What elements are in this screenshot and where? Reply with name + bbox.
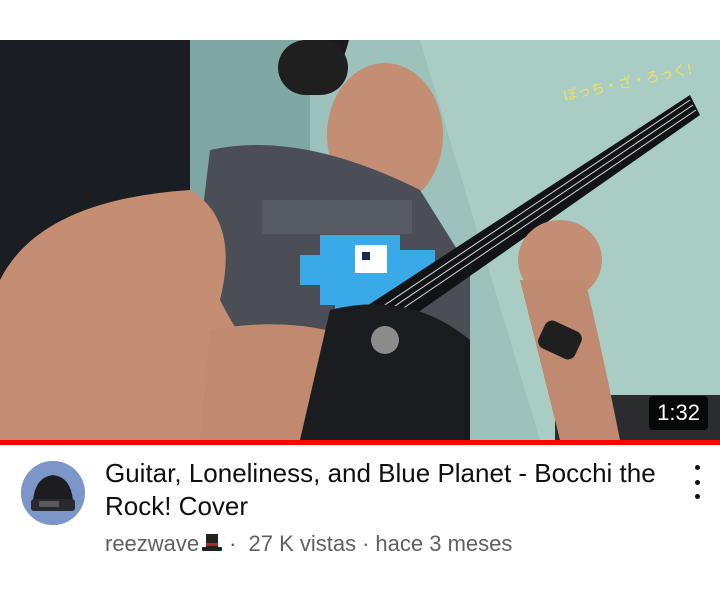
duration-badge: 1:32 [649, 396, 708, 430]
menu-dot [694, 479, 700, 485]
more-vert-icon[interactable] [684, 463, 710, 501]
beanie-icon [21, 461, 85, 525]
video-thumbnail[interactable]: ぼっち・ざ・ろっく! 1:32 [0, 40, 720, 440]
video-metadata: Guitar, Loneliness, and Blue Planet - Bo… [0, 445, 720, 595]
thumbnail-image [0, 40, 720, 440]
top-hat-icon [201, 533, 223, 559]
top-bar [0, 0, 720, 41]
view-count: 27 K vistas [248, 531, 357, 556]
separator: · [362, 531, 370, 556]
video-title[interactable]: Guitar, Loneliness, and Blue Planet - Bo… [105, 457, 665, 523]
channel-name[interactable]: reezwave [105, 531, 199, 556]
menu-dot [694, 494, 700, 499]
video-subline: reezwave · 27 K vistas · hace 3 meses [105, 531, 512, 559]
separator: · [229, 531, 237, 556]
channel-avatar[interactable] [21, 461, 85, 525]
menu-dot [694, 465, 700, 470]
upload-age: hace 3 meses [375, 531, 513, 556]
